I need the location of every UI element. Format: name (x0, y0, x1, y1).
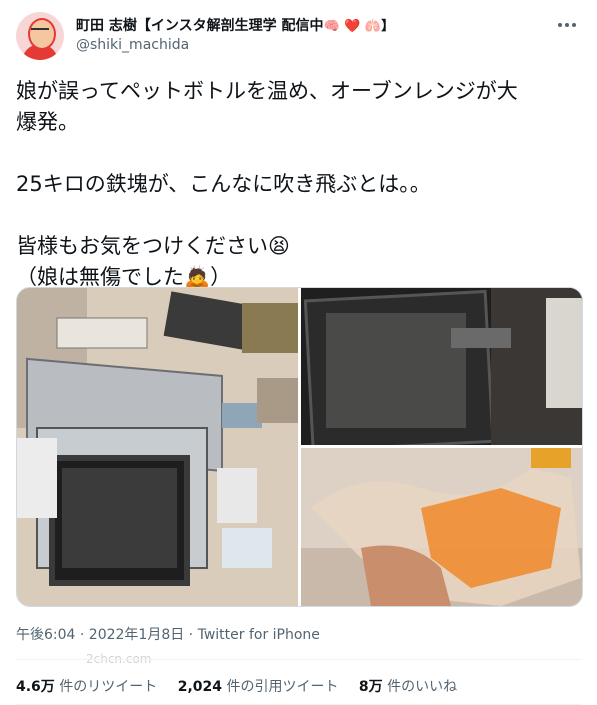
display-name-text: 町田 志樹【インスタ解剖生理学 配信中 (76, 18, 324, 34)
tweet-meta: 午後6:04 · 2022年1月8日 · Twitter for iPhone (16, 624, 320, 644)
retweet-label: 件のリツイート (59, 679, 158, 695)
tweet-text: 娘が誤ってペットボトルを温め、オーブンレンジが大 爆発。 25キロの鉄塊が、こん… (16, 76, 581, 293)
photo-exploded-oven[interactable] (17, 288, 298, 606)
engagement-stats: 4.6万 件のリツイート 2,024 件の引用ツイート 8万 件のいいね (16, 676, 473, 696)
retweet-count[interactable]: 4.6万 件のリツイート (16, 679, 157, 695)
tweet-line-4: 皆様もお気をつけください😫 (16, 234, 290, 258)
photo-melted-bottle[interactable] (301, 448, 582, 606)
user-handle[interactable]: @shiki_machida (76, 37, 189, 53)
display-name-emojis: 🧠 ❤️ 🫁】 (323, 19, 395, 34)
quote-value: 2,024 (177, 679, 223, 695)
retweet-value: 4.6万 (16, 679, 55, 695)
display-name[interactable]: 町田 志樹【インスタ解剖生理学 配信中🧠 ❤️ 🫁】 (76, 15, 394, 35)
divider (16, 659, 581, 660)
more-icon[interactable] (553, 14, 581, 38)
avatar-glasses (31, 28, 49, 35)
tweet-line-2: 爆発。 (16, 110, 79, 134)
tweet-line-1: 娘が誤ってペットボトルを温め、オーブンレンジが大 (16, 79, 518, 103)
avatar[interactable] (16, 12, 64, 60)
quote-label: 件の引用ツイート (226, 679, 339, 695)
like-label: 件のいいね (387, 679, 458, 695)
tweet-source[interactable]: Twitter for iPhone (198, 627, 320, 643)
tweet-timestamp[interactable]: 午後6:04 · 2022年1月8日 · (16, 627, 198, 643)
like-count[interactable]: 8万 件のいいね (359, 679, 457, 695)
tweet-header: 町田 志樹【インスタ解剖生理学 配信中🧠 ❤️ 🫁】 @shiki_machid… (16, 12, 581, 62)
like-value: 8万 (358, 679, 383, 695)
tweet-line-3: 25キロの鉄塊が、こんなに吹き飛ぶとは。。 (16, 172, 431, 196)
photo-oven-door[interactable] (301, 288, 582, 453)
media-grid (16, 287, 583, 607)
quote-count[interactable]: 2,024 件の引用ツイート (178, 679, 339, 695)
